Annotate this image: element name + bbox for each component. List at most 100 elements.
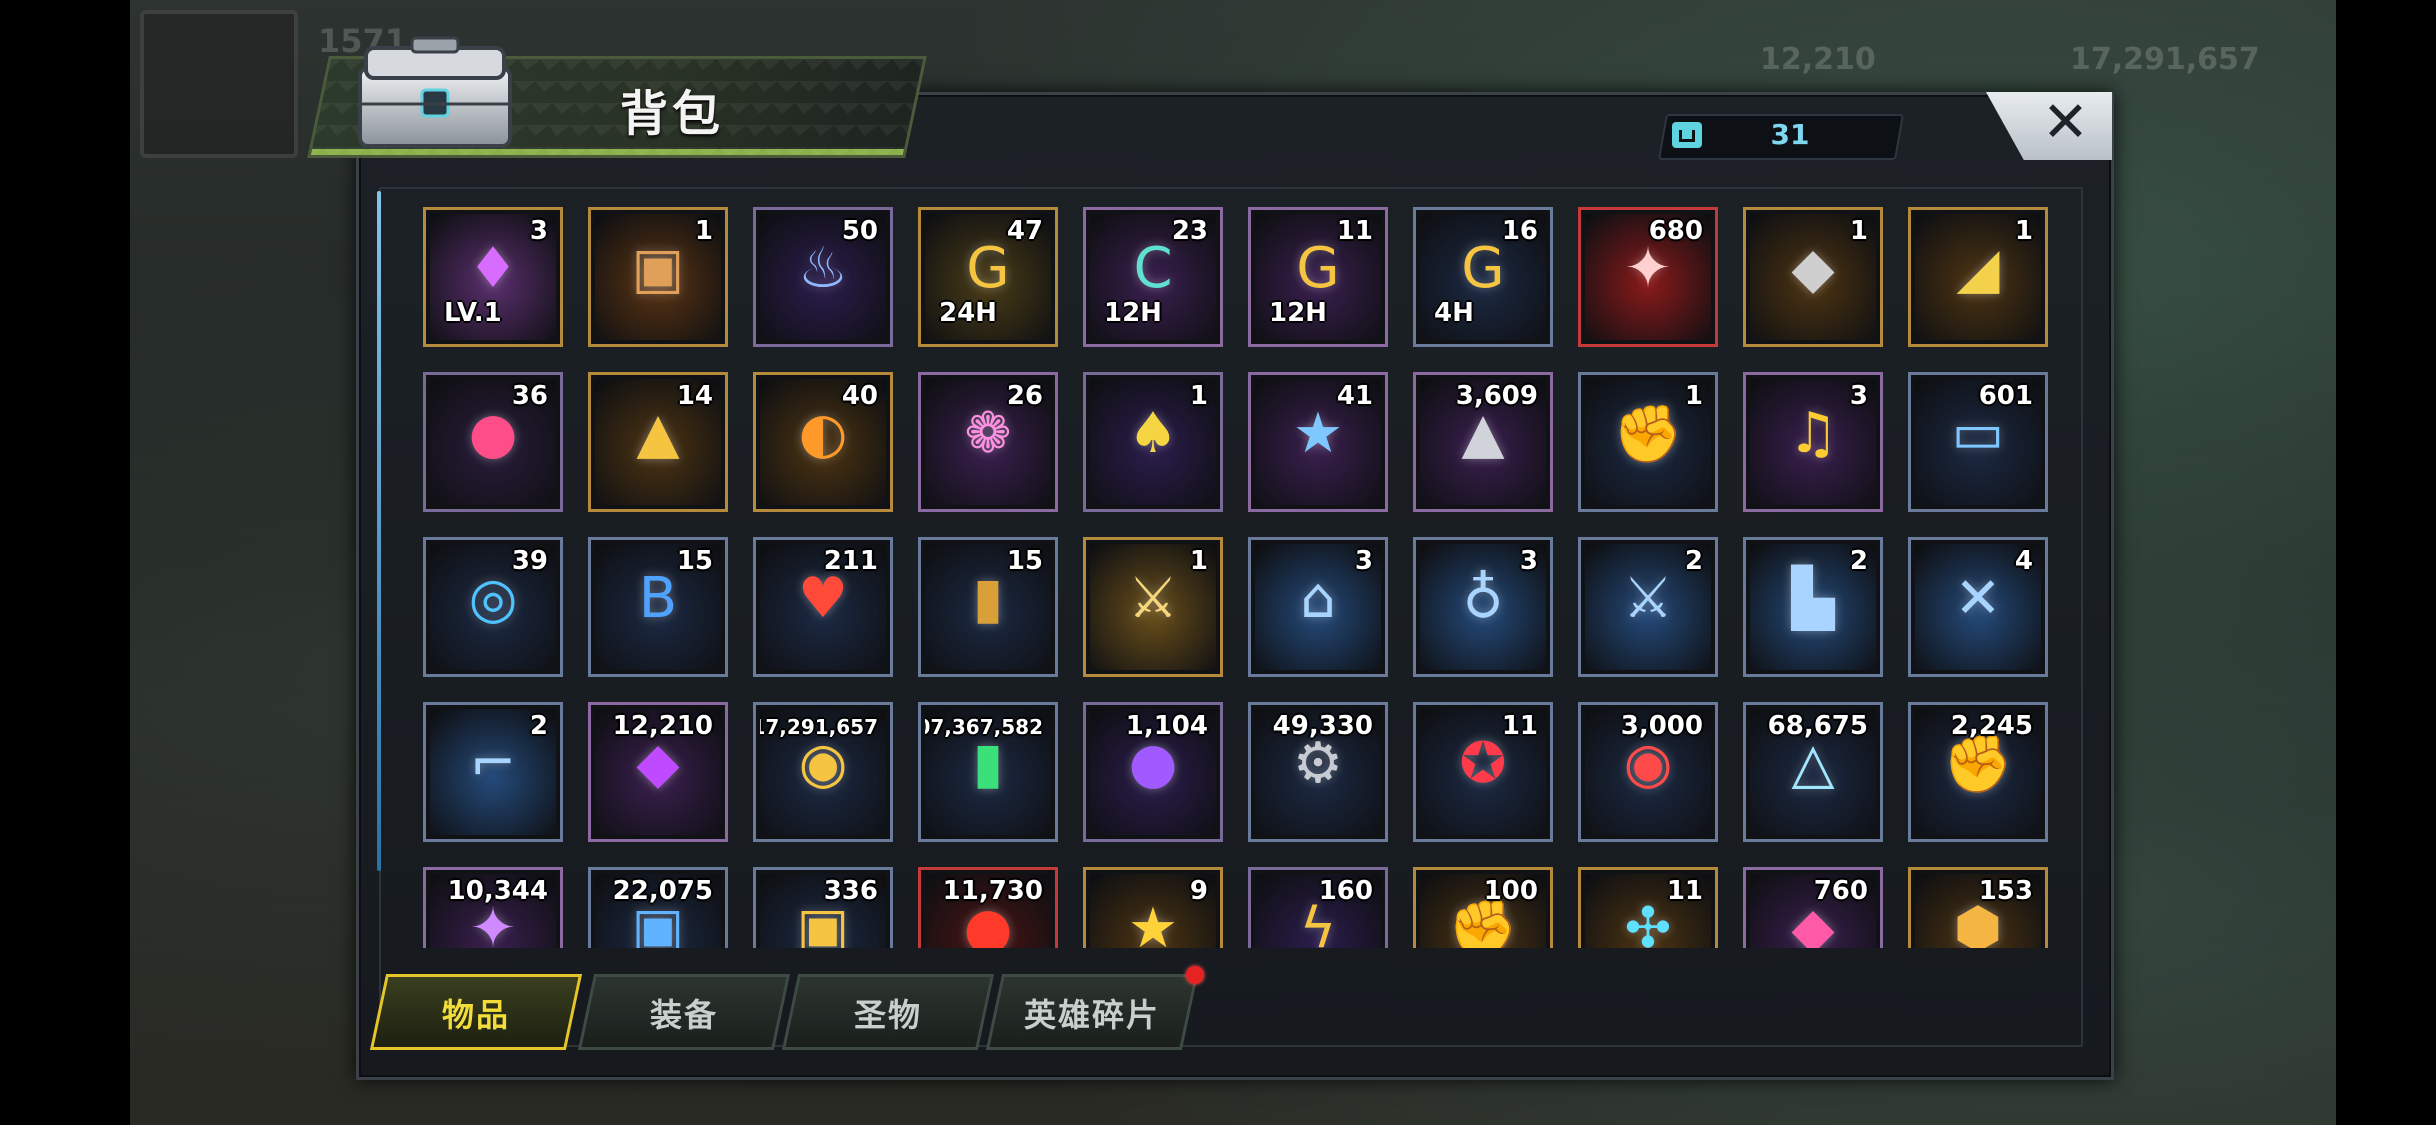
item-slot-purple-gem[interactable]: ◆ 12,210 — [588, 702, 728, 842]
item-duration-tag: 4H — [1434, 298, 1474, 328]
item-count: 10,344 — [447, 876, 548, 906]
item-slot-purple-orb[interactable]: ● 1,104 — [1083, 702, 1223, 842]
item-slot-gold-coins[interactable]: ◉ 17,291,657 — [753, 702, 893, 842]
item-count: 12,210 — [612, 711, 713, 741]
item-count: 3,000 — [1620, 711, 1703, 741]
gold-coins-icon: ◉ — [798, 731, 848, 796]
item-slot-red-orb[interactable]: ● 11,730 — [918, 867, 1058, 948]
item-slot-bullet[interactable]: ▮ 15 — [918, 537, 1058, 677]
item-count: 336 — [823, 876, 878, 906]
item-count: 11,730 — [942, 876, 1043, 906]
item-slot-swirl-potion[interactable]: ♨ 50 — [753, 207, 893, 347]
tab-hero-fragments[interactable] — [985, 974, 1199, 1050]
item-count: 1 — [2014, 216, 2033, 246]
item-slot-purple-ticket-12h[interactable]: G 12H 11 — [1248, 207, 1388, 347]
item-slot-crystal-prism[interactable]: △ 68,675 — [1743, 702, 1883, 842]
item-slot-cinema-ticket[interactable]: ▭ 601 — [1908, 372, 2048, 512]
item-slot-purple-ticket-12h[interactable]: C 12H 23 — [1083, 207, 1223, 347]
item-slot-night-ticket[interactable]: ✦ 680 — [1578, 207, 1718, 347]
capacity-value: 31 — [1770, 118, 1810, 151]
background-resource-2: 17,291,657 — [2070, 42, 2260, 77]
item-slot-red-emblem[interactable]: ✪ 11 — [1413, 702, 1553, 842]
item-count: 211 — [823, 546, 878, 576]
item-slot-film-reel[interactable]: ❁ 26 — [918, 372, 1058, 512]
item-count: 47 — [1006, 216, 1043, 246]
scroll-indicator[interactable] — [377, 191, 381, 871]
tab-items[interactable] — [369, 974, 583, 1050]
item-slot-blue-chest[interactable]: ▣ 22,075 — [588, 867, 728, 948]
item-slot-metal-cube[interactable]: ◆ 1 — [1743, 207, 1883, 347]
item-duration-tag: 24H — [939, 298, 997, 328]
item-count: 39 — [511, 546, 548, 576]
item-slot-green-battery[interactable]: ▮207,367,582 — [918, 702, 1058, 842]
item-slot-blueprint-hat[interactable]: ⌂ 3 — [1248, 537, 1388, 677]
item-slot-gold-blueprint-weapon[interactable]: ⚔ 1 — [1083, 537, 1223, 677]
item-slot-poker-chip-red[interactable]: ♥ 211 — [753, 537, 893, 677]
item-slot-blueprint-swords[interactable]: ✕ 4 — [1908, 537, 2048, 677]
item-count: 40 — [841, 381, 878, 411]
item-slot-gear[interactable]: ⚙ 49,330 — [1248, 702, 1388, 842]
item-slot-gold-ticket-24h[interactable]: G 24H 47 — [918, 207, 1058, 347]
item-count: 3,609 — [1455, 381, 1538, 411]
item-count: 11 — [1666, 876, 1703, 906]
item-slot-pink-crystal[interactable]: ◆ 760 — [1743, 867, 1883, 948]
item-slot-eye-emblem[interactable]: ◉ 3,000 — [1578, 702, 1718, 842]
chest-icon — [358, 36, 512, 148]
item-count: 23 — [1171, 216, 1208, 246]
item-count: 15 — [1006, 546, 1043, 576]
item-count: 1,104 — [1125, 711, 1208, 741]
item-count: 2,245 — [1950, 711, 2033, 741]
tab-equipment[interactable] — [577, 974, 791, 1050]
item-count: 1 — [1849, 216, 1868, 246]
item-count: 4 — [2014, 546, 2033, 576]
item-slot-blue-bottle-cap[interactable]: B 15 — [588, 537, 728, 677]
item-slot-gold-shield[interactable]: ⬢ 153 — [1908, 867, 2048, 948]
page-title: 背包 — [620, 86, 725, 142]
item-slot-blueprint-shirt[interactable]: ♁ 3 — [1413, 537, 1553, 677]
item-slot-gold-fist-arrow[interactable]: ✊ 100 — [1413, 867, 1553, 948]
item-slot-gold-shard[interactable]: ◢ 1 — [1908, 207, 2048, 347]
item-count: 15 — [676, 546, 713, 576]
item-slot-blue-ticket-4h[interactable]: G 4H 16 — [1413, 207, 1553, 347]
item-slot-blueprint-weapon[interactable]: ⚔ 2 — [1578, 537, 1718, 677]
item-count: 3 — [1354, 546, 1373, 576]
item-slot-police-badge[interactable]: ★ 41 — [1248, 372, 1388, 512]
item-slot-timer-token[interactable]: ◎ 39 — [423, 537, 563, 677]
item-slot-orange-slice[interactable]: ◐ 40 — [753, 372, 893, 512]
item-count: 160 — [1318, 876, 1373, 906]
item-slot-gold-chest[interactable]: ▣ 336 — [753, 867, 893, 948]
item-slot-silver-whistle[interactable]: ▲ 3,609 — [1413, 372, 1553, 512]
item-slot-treasure-chest-lv1[interactable]: ♦ LV.1 3 — [423, 207, 563, 347]
item-slot-red-bottle-cap[interactable]: ● 36 — [423, 372, 563, 512]
item-slot-christmas-bell[interactable]: ♫ 3 — [1743, 372, 1883, 512]
item-count: 49,330 — [1272, 711, 1373, 741]
green-battery-icon: ▮ — [972, 731, 1004, 796]
item-count: 1 — [1684, 381, 1703, 411]
item-count: 1 — [1189, 546, 1208, 576]
background-avatar — [140, 10, 298, 158]
item-count: 3 — [529, 216, 548, 246]
close-icon[interactable]: ✕ — [2042, 90, 2089, 155]
item-grid[interactable]: ♦ LV.1 3 ▣ 1 ♨ 50 G 24H 47 C 12H 23 G 12H 11 G 4H 16 ✦ 680 ◆ 1… — [398, 196, 2068, 948]
item-slot-blueprint-boots[interactable]: ▙ 2 — [1743, 537, 1883, 677]
item-count: 22,075 — [612, 876, 713, 906]
item-slot-blue-propeller[interactable]: ✣ 11 — [1578, 867, 1718, 948]
item-slot-lightning-coin[interactable]: ϟ 160 — [1248, 867, 1388, 948]
item-slot-purple-item[interactable]: ✦ 10,344 — [423, 867, 563, 948]
item-count: 207,367,582 — [925, 715, 1043, 739]
item-count: 1 — [694, 216, 713, 246]
item-duration-tag: LV.1 — [444, 298, 502, 328]
item-slot-gold-fist[interactable]: ✊ 2,245 — [1908, 702, 2048, 842]
item-slot-gold-star-item[interactable]: ★ 9 — [1083, 867, 1223, 948]
item-count: 26 — [1006, 381, 1043, 411]
item-slot-boxing-glove[interactable]: ✊ 1 — [1578, 372, 1718, 512]
item-slot-bronze-chest[interactable]: ▣ 1 — [588, 207, 728, 347]
tab-relics[interactable] — [781, 974, 995, 1050]
item-slot-gold-whistle[interactable]: ▲ 14 — [588, 372, 728, 512]
item-count: 3 — [1849, 381, 1868, 411]
item-slot-blueprint-revolver[interactable]: ⌐ 2 — [423, 702, 563, 842]
item-count: 14 — [676, 381, 713, 411]
item-slot-poker-chip[interactable]: ♠ 1 — [1083, 372, 1223, 512]
item-count: 2 — [1849, 546, 1868, 576]
item-count: 50 — [841, 216, 878, 246]
